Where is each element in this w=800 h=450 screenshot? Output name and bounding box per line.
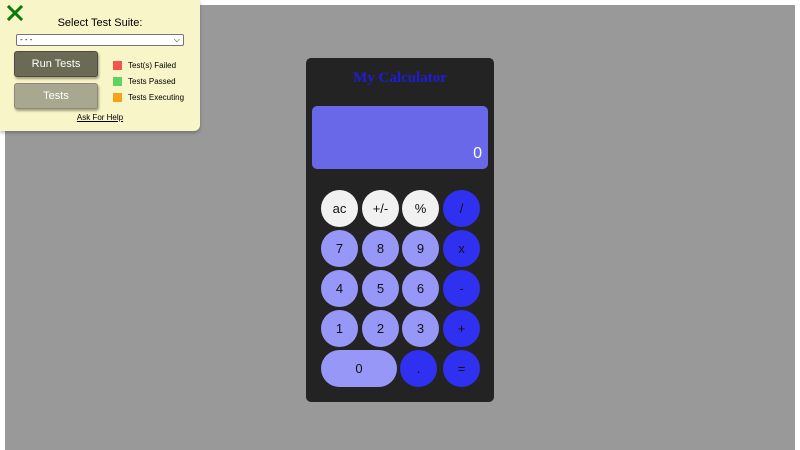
legend-label-executing: Tests Executing <box>128 92 185 102</box>
key-multiply[interactable]: x <box>443 230 480 267</box>
legend-label-failed: Test(s) Failed <box>128 60 177 70</box>
key-1[interactable]: 1 <box>321 310 358 347</box>
tests-button[interactable]: Tests <box>14 83 98 109</box>
chevron-down-icon: ⌵ <box>173 35 180 44</box>
key-add[interactable]: + <box>443 310 480 347</box>
test-suite-select[interactable]: - - - ⌵ <box>16 34 184 46</box>
test-status-legend: Test(s) Failed Tests Passed Tests Execut… <box>113 57 184 105</box>
legend-item-passed: Tests Passed <box>113 73 184 89</box>
key-sign[interactable]: +/- <box>362 190 399 227</box>
legend-item-failed: Test(s) Failed <box>113 57 184 73</box>
test-suite-selected-value: - - - <box>20 35 33 44</box>
key-2[interactable]: 2 <box>362 310 399 347</box>
failed-swatch-icon <box>113 60 122 70</box>
key-decimal[interactable]: . <box>400 350 437 387</box>
key-divide[interactable]: / <box>443 190 480 227</box>
key-clear[interactable]: ac <box>321 190 358 227</box>
key-5[interactable]: 5 <box>362 270 399 307</box>
calculator-title: My Calculator <box>353 70 447 86</box>
run-tests-button[interactable]: Run Tests <box>14 51 98 77</box>
key-equals[interactable]: = <box>443 350 480 387</box>
key-9[interactable]: 9 <box>402 230 439 267</box>
legend-label-passed: Tests Passed <box>128 76 176 86</box>
key-6[interactable]: 6 <box>402 270 439 307</box>
key-4[interactable]: 4 <box>321 270 358 307</box>
ask-for-help-link[interactable]: Ask For Help <box>0 113 200 122</box>
executing-swatch-icon <box>113 92 122 102</box>
calculator: My Calculator 0 ac +/- % / 7 8 9 x 4 5 6… <box>306 58 494 402</box>
key-8[interactable]: 8 <box>362 230 399 267</box>
display-value: 0 <box>473 145 482 162</box>
passed-swatch-icon <box>113 76 122 86</box>
test-panel: Select Test Suite: - - - ⌵ Run Tests Tes… <box>0 0 200 131</box>
calculator-display: 0 <box>312 106 488 169</box>
key-subtract[interactable]: - <box>443 270 480 307</box>
legend-item-executing: Tests Executing <box>113 89 184 105</box>
key-0[interactable]: 0 <box>321 350 397 387</box>
key-7[interactable]: 7 <box>321 230 358 267</box>
key-percent[interactable]: % <box>402 190 439 227</box>
test-suite-label: Select Test Suite: <box>57 17 143 29</box>
key-3[interactable]: 3 <box>402 310 439 347</box>
